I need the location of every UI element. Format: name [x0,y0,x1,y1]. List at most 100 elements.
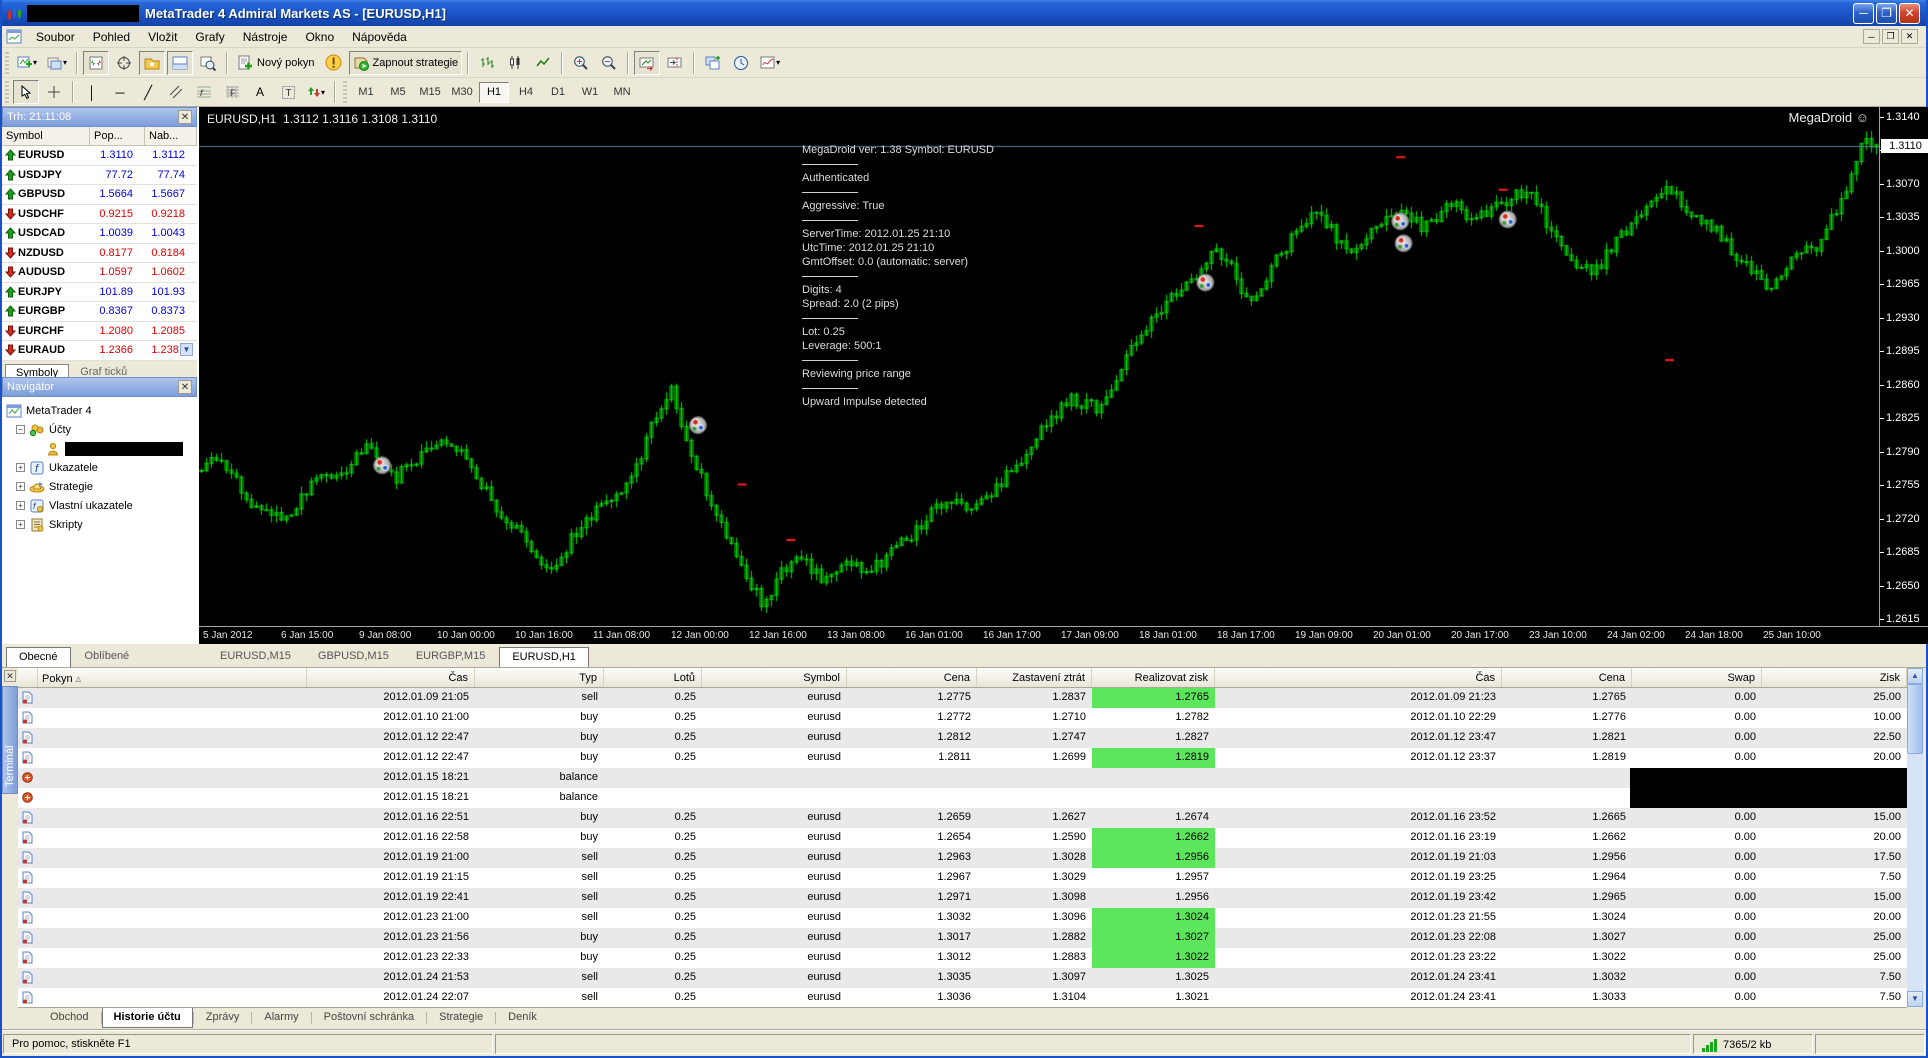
header-col-icon[interactable] [18,668,38,687]
navigator-item-skripty[interactable]: + Skripty [16,515,197,534]
terminal-side-tab[interactable]: Terminál [2,686,18,794]
scroll-up-icon[interactable]: ▲ [1907,668,1923,684]
tree-expander-plus[interactable]: + [16,501,25,510]
market-watch-row[interactable]: USDCHF 0.9215 0.9218 [2,205,197,224]
bar-chart-button[interactable] [474,51,500,75]
cascade-windows-button[interactable] [700,51,726,75]
line-chart-button[interactable] [530,51,556,75]
history-row[interactable]: 2012.01.16 22:51 buy 0.25 eurusd 1.2659 1.262… [18,808,1907,828]
history-row[interactable]: 2012.01.23 21:56 buy 0.25 eurusd 1.3017 1.288… [18,928,1907,948]
history-row[interactable]: 2012.01.12 22:47 buy 0.25 eurusd 1.2812 1.274… [18,728,1907,748]
chart-plot[interactable]: EURUSD,H1 1.3112 1.3116 1.3108 1.3110 Me… [199,107,1879,626]
horizontal-line-button[interactable]: ─ [107,80,133,104]
timeframe-mn-button[interactable]: MN [607,82,637,103]
history-row[interactable]: 2012.01.23 21:00 sell 0.25 eurusd 1.3032 1.30… [18,908,1907,928]
history-row[interactable]: 2012.01.23 22:33 buy 0.25 eurusd 1.3012 1.288… [18,948,1907,968]
timeframe-m1-button[interactable]: M1 [351,82,381,103]
text-label-button[interactable]: T [275,80,301,104]
timeframe-h4-button[interactable]: H4 [511,82,541,103]
terminal-tab-obchod[interactable]: Obchod [38,1008,101,1028]
navigator-tab-oblíbené[interactable]: Oblíbené [72,646,143,667]
terminal-tab-alarmy[interactable]: Alarmy [252,1008,310,1028]
header-col-čas[interactable]: Čas [307,668,475,687]
market-watch-close-icon[interactable]: ✕ [178,110,192,124]
tree-expander-plus[interactable]: + [16,520,25,529]
menu-item-vložit[interactable]: Vložit [139,27,186,47]
timeframe-h1-button[interactable]: H1 [479,81,510,103]
arrows-button[interactable]: ▾ [303,80,329,104]
zoom-in-button[interactable] [568,51,594,75]
history-row[interactable]: 2012.01.16 22:58 buy 0.25 eurusd 1.2654 1.259… [18,828,1907,848]
period-clock-button[interactable] [728,51,754,75]
timeframe-m30-button[interactable]: M30 [447,82,477,103]
scrollbar-thumb[interactable] [1907,684,1923,754]
fibonacci-button[interactable]: f [191,80,217,104]
navigator-item-account[interactable] [32,439,197,458]
terminal-tab-historie-čtu[interactable]: Historie účtu [101,1008,193,1028]
terminal-tab-strategie[interactable]: Strategie [427,1008,495,1028]
navigator-toggle[interactable] [139,50,166,75]
navigator-item-ukazatele[interactable]: + f Ukazatele [16,458,197,477]
market-watch-column-0[interactable]: Symbol [2,127,90,145]
shapes-button[interactable]: F [219,80,245,104]
history-row[interactable]: 2012.01.09 21:05 sell 0.25 eurusd 1.2775 1.28… [18,688,1907,708]
mdi-minimize-button[interactable]: ─ [1863,29,1880,44]
navigator-item-vlastní-ukazatele[interactable]: + f Vlastní ukazatele [16,496,197,515]
timeframe-w1-button[interactable]: W1 [575,82,605,103]
indicators-button[interactable]: ▾ [756,51,784,75]
cursor-button[interactable] [13,80,39,104]
history-row[interactable]: 2012.01.15 18:21 balance [18,788,1907,808]
new-chart-button[interactable]: ▾ [13,51,41,75]
terminal-tab-zprávy[interactable]: Zprávy [194,1008,252,1028]
zoom-out-button[interactable] [596,51,622,75]
enable-strategies-button[interactable]: Zapnout strategie [348,50,463,75]
header-col-realizovat-zisk[interactable]: Realizovat zisk [1092,668,1215,687]
menu-item-grafy[interactable]: Grafy [186,27,233,47]
timeframe-m15-button[interactable]: M15 [415,82,445,103]
market-watch-row[interactable]: EURJPY 101.89 101.93 [2,283,197,302]
history-row[interactable]: 2012.01.24 21:53 sell 0.25 eurusd 1.3035 1.30… [18,968,1907,988]
header-col-cena[interactable]: Cena [847,668,977,687]
market-watch-scroll-down-icon[interactable]: ▼ [180,343,193,356]
timeframe-d1-button[interactable]: D1 [543,82,573,103]
menu-item-pohled[interactable]: Pohled [84,27,139,47]
market-watch-row[interactable]: AUDUSD 1.0597 1.0602 [2,263,197,283]
channel-button[interactable] [163,80,189,104]
data-window-toggle[interactable] [111,51,137,75]
profiles-button[interactable]: ▾ [43,51,71,75]
market-watch-row[interactable]: EURAUD 1.2366 1.2381 [2,341,197,361]
navigator-item-metatrader-4[interactable]: MetaTrader 4 [6,401,197,420]
header-col-swap[interactable]: Swap [1632,668,1762,687]
market-watch-row[interactable]: USDCAD 1.0039 1.0043 [2,224,197,244]
time-axis[interactable]: 5 Jan 2012 6 Jan 15:00 9 Jan 08:00 10 Jan 0… [199,626,1928,644]
market-watch-row[interactable]: GBPUSD 1.5664 1.5667 [2,185,197,205]
close-button[interactable]: ✕ [1899,2,1920,24]
text-button[interactable]: A [247,80,273,104]
header-col-typ[interactable]: Typ [475,668,604,687]
history-row[interactable]: 2012.01.19 22:41 sell 0.25 eurusd 1.2971 1.30… [18,888,1907,908]
market-watch-row[interactable]: EURUSD 1.3110 1.3112 [2,146,197,166]
history-row[interactable]: 2012.01.19 21:15 sell 0.25 eurusd 1.2967 1.30… [18,868,1907,888]
navigator-tab-obecné[interactable]: Obecné [6,647,71,667]
scroll-down-icon[interactable]: ▼ [1907,991,1923,1007]
market-watch-column-1[interactable]: Pop... [90,127,145,145]
minimize-button[interactable]: ─ [1853,2,1874,24]
market-watch-column-2[interactable]: Nab... [145,127,197,145]
terminal-scrollbar[interactable]: ▲ ▼ [1907,668,1923,1007]
chart-tab-gbpusd-m15[interactable]: GBPUSD,M15 [305,646,402,667]
crosshair-tool-button[interactable] [41,80,67,104]
terminal-tab-deník[interactable]: Deník [496,1008,549,1028]
header-col-lotů[interactable]: Lotů [604,668,702,687]
tree-expander-plus[interactable]: + [16,463,25,472]
menu-item-nápověda[interactable]: Nápověda [343,27,416,47]
history-row[interactable]: 2012.01.15 18:21 balance [18,768,1907,788]
market-watch-toggle[interactable] [83,50,110,75]
history-row[interactable]: 2012.01.19 21:00 sell 0.25 eurusd 1.2963 1.30… [18,848,1907,868]
restore-button[interactable]: ❐ [1876,2,1897,24]
menu-item-nástroje[interactable]: Nástroje [234,27,297,47]
terminal-toggle[interactable] [167,50,194,75]
header-col-symbol[interactable]: Symbol [702,668,847,687]
terminal-tab-poštovní-schránka[interactable]: Poštovní schránka [312,1008,427,1028]
timeframe-m5-button[interactable]: M5 [383,82,413,103]
mdi-close-button[interactable]: ✕ [1901,29,1918,44]
